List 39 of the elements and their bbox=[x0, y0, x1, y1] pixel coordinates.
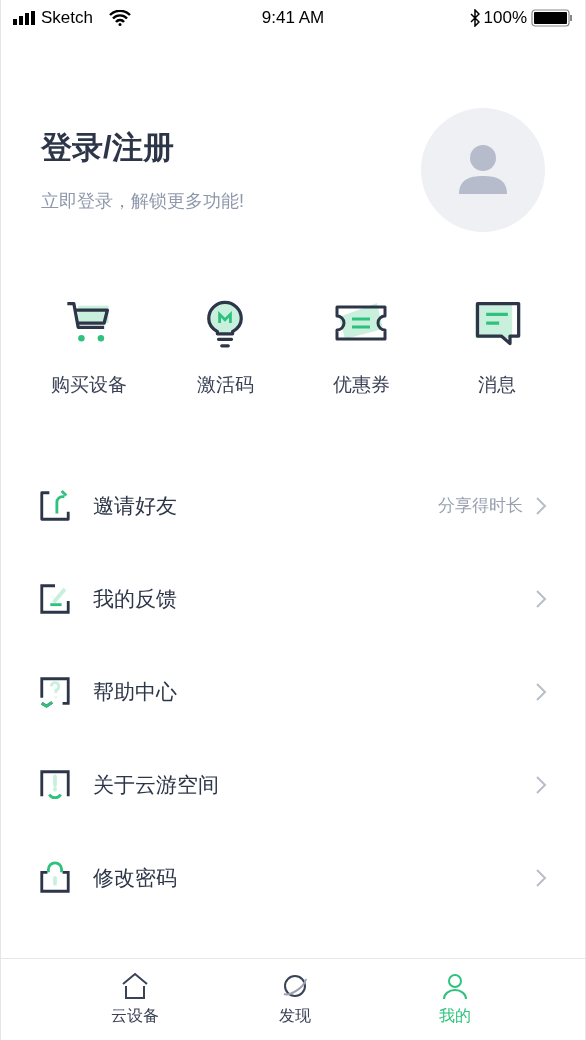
menu-label: 修改密码 bbox=[93, 865, 178, 892]
menu-label: 帮助中心 bbox=[93, 679, 178, 706]
quick-action[interactable]: 消息 bbox=[429, 297, 565, 400]
menu-item[interactable]: 邀请好友 分享得时长 bbox=[1, 459, 585, 553]
clock-time: 9:41 AM bbox=[261, 6, 325, 29]
tab[interactable]: 发现 bbox=[215, 959, 375, 1040]
wifi-icon bbox=[109, 9, 131, 26]
signal-icon bbox=[13, 10, 37, 25]
menu-label: 邀请好友 bbox=[93, 493, 178, 520]
battery-percent: 100% bbox=[483, 6, 527, 29]
menu-item[interactable]: 修改密码 bbox=[1, 831, 585, 925]
quick-action[interactable]: 购买设备 bbox=[21, 297, 157, 400]
edit-icon bbox=[38, 582, 72, 616]
chevron-right-icon bbox=[535, 868, 547, 888]
quick-action[interactable]: 激活码 bbox=[157, 297, 293, 400]
lock-icon bbox=[38, 861, 72, 895]
menu-item[interactable]: 帮助中心 bbox=[1, 645, 585, 739]
battery-icon bbox=[531, 8, 573, 27]
carrier-name: Sketch bbox=[41, 6, 93, 29]
menu-label: 关于云游空间 bbox=[93, 772, 220, 799]
menu-note: 分享得时长 bbox=[438, 495, 523, 518]
bluetooth-icon bbox=[469, 8, 480, 27]
share-icon bbox=[38, 489, 72, 523]
login-subtitle: 立即登录，解锁更多功能! bbox=[41, 189, 245, 213]
user-icon bbox=[440, 971, 470, 1000]
menu-item[interactable]: 关于云游空间 bbox=[1, 738, 585, 832]
menu-item[interactable]: 我的反馈 bbox=[1, 552, 585, 646]
person-silhouette-icon bbox=[457, 144, 509, 196]
info-icon bbox=[38, 768, 72, 802]
chevron-right-icon bbox=[535, 589, 547, 609]
menu-label: 我的反馈 bbox=[93, 586, 178, 613]
login-title[interactable]: 登录/注册 bbox=[41, 125, 421, 172]
chevron-right-icon bbox=[535, 496, 547, 516]
chevron-right-icon bbox=[535, 775, 547, 795]
tab[interactable]: 云设备 bbox=[55, 959, 215, 1040]
chevron-right-icon bbox=[535, 682, 547, 702]
home-icon bbox=[120, 971, 150, 1000]
quick-action[interactable]: 优惠券 bbox=[293, 297, 429, 400]
help-icon bbox=[38, 675, 72, 709]
